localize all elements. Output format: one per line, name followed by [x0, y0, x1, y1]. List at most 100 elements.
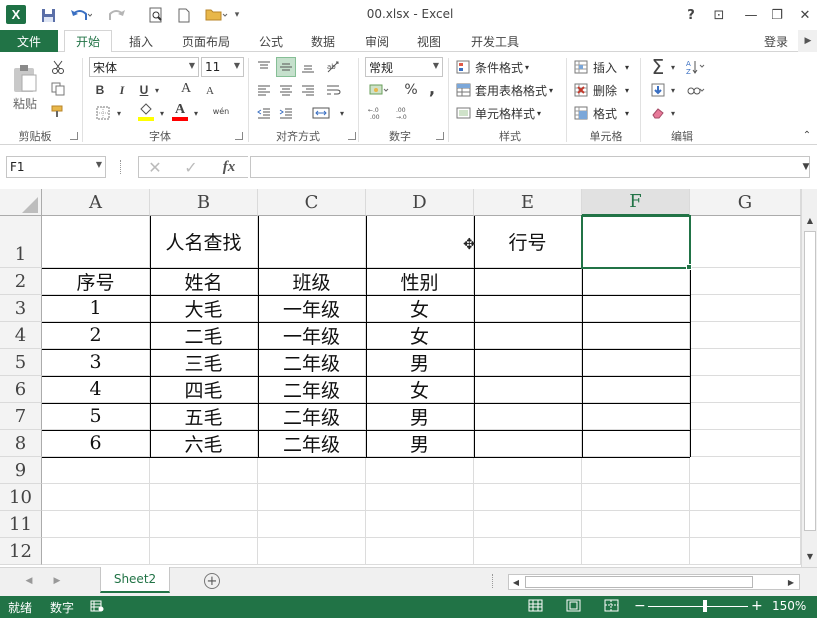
- font-color-icon[interactable]: A: [170, 102, 190, 122]
- tab-view[interactable]: 视图: [408, 30, 450, 53]
- vertical-scroll-thumb[interactable]: [804, 231, 816, 531]
- sheet-nav-next-icon[interactable]: ▶: [50, 573, 64, 589]
- font-name-combo[interactable]: 宋体 ▼: [89, 57, 199, 77]
- number-format-combo[interactable]: 常规 ▼: [365, 57, 443, 77]
- underline-button[interactable]: U: [136, 81, 152, 99]
- fill-handle[interactable]: [686, 264, 692, 270]
- bold-button[interactable]: B: [92, 81, 108, 99]
- normal-view-icon[interactable]: [528, 599, 544, 616]
- phonetic-guide-button[interactable]: wén: [210, 101, 232, 121]
- zoom-level[interactable]: 150%: [772, 599, 806, 613]
- align-middle-icon[interactable]: [276, 57, 296, 77]
- vertical-scrollbar[interactable]: ▲ ▼: [801, 189, 817, 567]
- add-sheet-button[interactable]: +: [204, 573, 220, 589]
- align-top-icon[interactable]: [254, 57, 274, 77]
- wrap-text-icon[interactable]: [322, 80, 346, 100]
- underline-dropdown-icon[interactable]: ▾: [151, 81, 163, 99]
- find-select-icon[interactable]: [684, 81, 708, 99]
- save-icon[interactable]: [38, 4, 58, 26]
- autosum-button[interactable]: Σ: [648, 55, 668, 79]
- fill-color-icon[interactable]: [136, 102, 156, 122]
- tab-file[interactable]: 文件: [0, 30, 58, 52]
- tab-splitter[interactable]: [492, 574, 494, 588]
- tab-formulas[interactable]: 公式: [250, 30, 292, 53]
- alignment-launcher-icon[interactable]: [348, 132, 356, 140]
- worksheet-grid[interactable]: ABCDEFG 1 2 3 4 5 6 7 8 9 10 11 12 人名查找 行号 序号 姓名 班级 性别 1 大…: [0, 189, 801, 567]
- scroll-right-icon[interactable]: ▶: [785, 576, 797, 588]
- restore-button[interactable]: ❐: [764, 4, 790, 26]
- horizontal-scroll-thumb[interactable]: [525, 576, 753, 588]
- italic-button[interactable]: I: [114, 81, 130, 99]
- collapse-ribbon-icon[interactable]: ⌃: [800, 128, 814, 142]
- tab-review[interactable]: 审阅: [356, 30, 398, 53]
- merge-center-icon[interactable]: [306, 103, 336, 123]
- tab-page-layout[interactable]: 页面布局: [174, 30, 238, 53]
- accounting-format-icon[interactable]: [366, 80, 394, 100]
- scroll-up-icon[interactable]: ▲: [804, 213, 816, 227]
- name-box[interactable]: F1 ▼: [6, 156, 106, 178]
- scroll-left-icon[interactable]: ◀: [510, 576, 522, 588]
- ribbon-display-options-button[interactable]: ⊡: [706, 4, 732, 26]
- clear-dropdown-icon[interactable]: ▾: [668, 104, 678, 122]
- merge-dropdown-icon[interactable]: ▾: [337, 103, 347, 123]
- redo-icon[interactable]: [104, 4, 134, 26]
- zoom-slider-thumb[interactable]: [703, 600, 707, 612]
- customize-qat-icon[interactable]: ▾: [232, 4, 242, 26]
- font-size-combo[interactable]: 11 ▼: [201, 57, 244, 77]
- sort-filter-icon[interactable]: AZ: [684, 58, 708, 76]
- ribbon-scroll-icon[interactable]: ▶: [798, 30, 817, 52]
- font-launcher-icon[interactable]: [235, 132, 243, 140]
- zoom-in-button[interactable]: +: [751, 598, 763, 614]
- clipboard-launcher-icon[interactable]: [70, 132, 78, 140]
- copy-icon[interactable]: [48, 80, 68, 98]
- paste-button[interactable]: 粘贴: [8, 58, 42, 116]
- align-bottom-icon[interactable]: [298, 57, 318, 77]
- increase-decimal-icon[interactable]: ←.0.00: [366, 103, 388, 123]
- align-left-icon[interactable]: [254, 80, 274, 100]
- tab-data[interactable]: 数据: [302, 30, 344, 53]
- cancel-icon[interactable]: ✕: [144, 157, 166, 177]
- zoom-out-button[interactable]: −: [634, 598, 646, 614]
- borders-icon[interactable]: [92, 104, 114, 122]
- shrink-font-button[interactable]: A: [202, 82, 218, 100]
- tab-developer[interactable]: 开发工具: [462, 30, 528, 53]
- format-cells-button[interactable]: 格式 ▾: [574, 104, 629, 122]
- format-as-table-button[interactable]: 套用表格格式 ▾: [456, 81, 553, 99]
- autosum-dropdown-icon[interactable]: ▾: [668, 58, 678, 76]
- macro-record-icon[interactable]: [90, 600, 104, 615]
- page-layout-view-icon[interactable]: [566, 599, 582, 616]
- cut-icon[interactable]: [48, 58, 68, 76]
- sheet-tab-sheet2[interactable]: Sheet2: [100, 567, 170, 593]
- cell-styles-button[interactable]: 单元格样式 ▾: [456, 104, 541, 122]
- orientation-icon[interactable]: ab: [322, 57, 346, 77]
- tab-home[interactable]: 开始: [64, 30, 112, 53]
- login-link[interactable]: 登录: [764, 33, 788, 50]
- minimize-button[interactable]: —: [738, 4, 764, 26]
- insert-cells-button[interactable]: 插入 ▾: [574, 58, 629, 76]
- formula-input[interactable]: [250, 156, 810, 178]
- help-button[interactable]: ?: [678, 4, 704, 26]
- close-button[interactable]: ✕: [792, 4, 817, 26]
- decrease-indent-icon[interactable]: [254, 103, 274, 123]
- horizontal-scrollbar[interactable]: ◀ ▶: [508, 574, 800, 590]
- undo-icon[interactable]: [66, 4, 96, 26]
- sheet-nav-prev-icon[interactable]: ◀: [22, 573, 36, 589]
- decrease-decimal-icon[interactable]: .00 →.0: [394, 103, 416, 123]
- clear-icon[interactable]: [648, 104, 668, 122]
- format-painter-icon[interactable]: [48, 102, 68, 120]
- insert-function-icon[interactable]: fx: [216, 157, 242, 177]
- comma-button[interactable]: ,: [424, 78, 440, 98]
- borders-dropdown-icon[interactable]: ▾: [114, 104, 124, 122]
- fill-dropdown-icon[interactable]: ▾: [668, 81, 678, 99]
- delete-cells-button[interactable]: 删除 ▾: [574, 81, 629, 99]
- scroll-down-icon[interactable]: ▼: [804, 549, 816, 563]
- open-folder-icon[interactable]: [202, 4, 232, 26]
- align-right-icon[interactable]: [298, 80, 318, 100]
- font-color-dropdown-icon[interactable]: ▾: [191, 104, 201, 122]
- new-file-icon[interactable]: [174, 4, 194, 26]
- expand-formula-bar-icon[interactable]: ▼: [798, 158, 814, 176]
- zoom-slider-track[interactable]: [648, 606, 748, 607]
- conditional-formatting-button[interactable]: 条件格式 ▾: [456, 58, 529, 76]
- print-preview-icon[interactable]: [146, 4, 166, 26]
- tab-insert[interactable]: 插入: [118, 30, 164, 53]
